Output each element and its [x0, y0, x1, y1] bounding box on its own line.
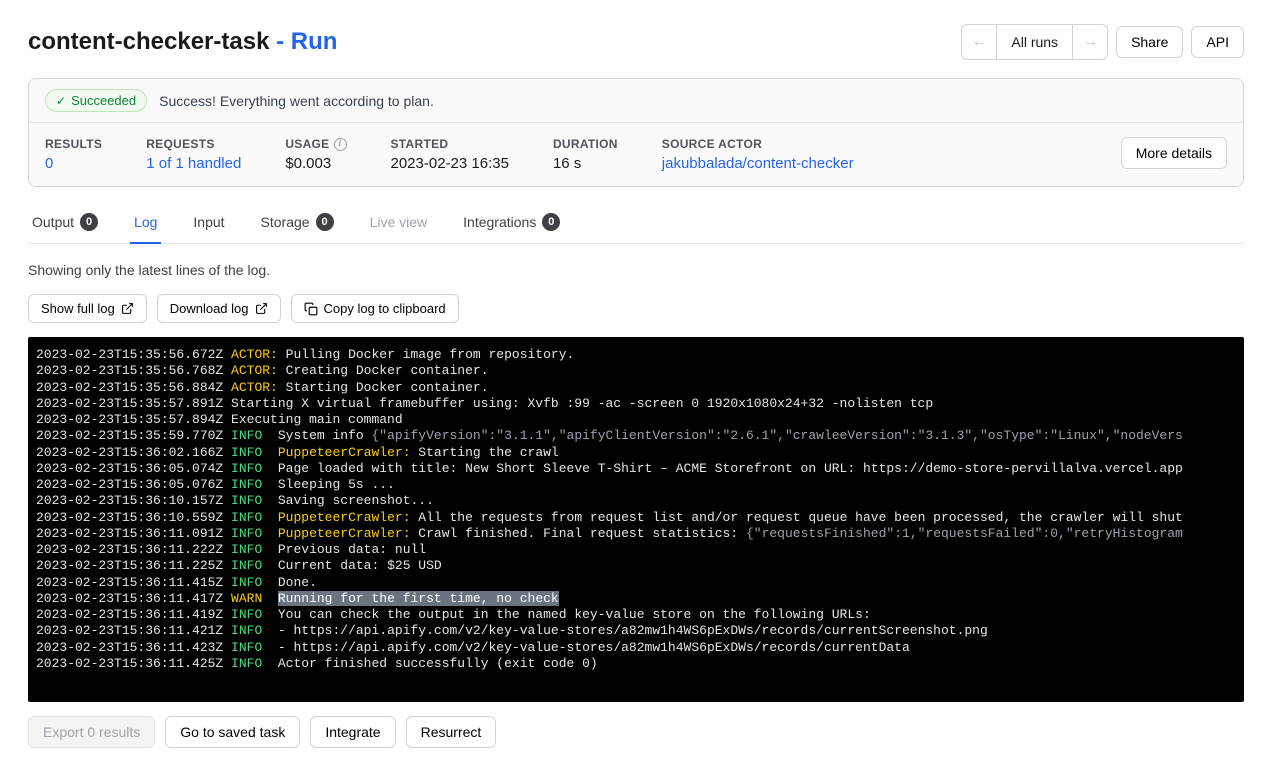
- button-label: Download log: [170, 301, 249, 316]
- prev-run-button[interactable]: ←: [962, 25, 996, 59]
- status-badge: ✓ Succeeded: [45, 89, 147, 112]
- export-results-button: Export 0 results: [28, 716, 155, 748]
- tab-label: Log: [134, 214, 157, 230]
- show-full-log-button[interactable]: Show full log: [28, 294, 147, 323]
- footer-actions: Export 0 results Go to saved task Integr…: [28, 716, 1244, 748]
- stat-value: 16 s: [553, 155, 618, 172]
- stat-label: RESULTS: [45, 137, 102, 151]
- tab-input[interactable]: Input: [189, 203, 228, 243]
- stat-source-actor: SOURCE ACTOR jakubbalada/content-checker: [662, 137, 854, 172]
- api-button[interactable]: API: [1191, 26, 1244, 58]
- arrow-right-icon: →: [1082, 33, 1098, 51]
- copy-icon: [304, 302, 318, 316]
- stat-duration: DURATION 16 s: [553, 137, 618, 172]
- resurrect-button[interactable]: Resurrect: [406, 716, 497, 748]
- log-note: Showing only the latest lines of the log…: [28, 262, 1244, 278]
- tab-label: Live view: [370, 214, 428, 230]
- tab-log[interactable]: Log: [130, 203, 161, 244]
- all-runs-button[interactable]: All runs: [996, 25, 1073, 59]
- tab-label: Output: [32, 214, 74, 230]
- integrate-button[interactable]: Integrate: [310, 716, 395, 748]
- arrow-left-icon: ←: [971, 33, 987, 51]
- status-badge-label: Succeeded: [71, 93, 136, 108]
- tab-badge: 0: [542, 213, 560, 231]
- run-nav-group: ← All runs →: [961, 24, 1108, 60]
- title-suffix: - Run: [269, 28, 337, 55]
- go-to-saved-task-button[interactable]: Go to saved task: [165, 716, 300, 748]
- stat-label: STARTED: [391, 137, 509, 151]
- stats-row: RESULTS 0 REQUESTS 1 of 1 handled USAGE …: [29, 123, 1243, 186]
- check-icon: ✓: [56, 94, 66, 108]
- share-button[interactable]: Share: [1116, 26, 1183, 58]
- stat-value[interactable]: 1 of 1 handled: [146, 155, 241, 172]
- tab-label: Integrations: [463, 214, 536, 230]
- external-link-icon: [255, 302, 268, 315]
- log-output[interactable]: 2023-02-23T15:35:56.672Z ACTOR: Pulling …: [28, 337, 1244, 702]
- page-title: content-checker-task - Run: [28, 28, 337, 56]
- tab-live-view[interactable]: Live view: [366, 203, 432, 243]
- stat-value: 2023-02-23 16:35: [391, 155, 509, 172]
- download-log-button[interactable]: Download log: [157, 294, 281, 323]
- stat-label: REQUESTS: [146, 137, 241, 151]
- tab-storage[interactable]: Storage 0: [257, 203, 338, 243]
- external-link-icon: [121, 302, 134, 315]
- stat-requests: REQUESTS 1 of 1 handled: [146, 137, 241, 172]
- more-details-button[interactable]: More details: [1121, 137, 1227, 169]
- run-summary-panel: ✓ Succeeded Success! Everything went acc…: [28, 78, 1244, 187]
- tab-badge: 0: [80, 213, 98, 231]
- stat-label: DURATION: [553, 137, 618, 151]
- status-message: Success! Everything went according to pl…: [159, 93, 434, 109]
- stat-value[interactable]: 0: [45, 155, 102, 172]
- stat-label: USAGE: [285, 137, 346, 151]
- stat-value: $0.003: [285, 155, 346, 172]
- log-actions: Show full log Download log Copy log to c…: [28, 294, 1244, 323]
- title-prefix: content-checker-task: [28, 28, 269, 55]
- source-actor-link[interactable]: jakubbalada/content-checker: [662, 155, 854, 172]
- tab-label: Input: [193, 214, 224, 230]
- header-actions: ← All runs → Share API: [961, 24, 1244, 60]
- more-details-wrap: More details: [1121, 137, 1227, 169]
- stat-usage: USAGE $0.003: [285, 137, 346, 172]
- stat-results: RESULTS 0: [45, 137, 102, 172]
- button-label: Show full log: [41, 301, 115, 316]
- tab-integrations[interactable]: Integrations 0: [459, 203, 564, 243]
- copy-log-button[interactable]: Copy log to clipboard: [291, 294, 459, 323]
- button-label: Copy log to clipboard: [324, 301, 446, 316]
- stat-started: STARTED 2023-02-23 16:35: [391, 137, 509, 172]
- tab-output[interactable]: Output 0: [28, 203, 102, 243]
- tab-badge: 0: [316, 213, 334, 231]
- next-run-button[interactable]: →: [1073, 25, 1107, 59]
- info-icon[interactable]: [334, 138, 347, 151]
- stat-label: SOURCE ACTOR: [662, 137, 854, 151]
- tab-label: Storage: [261, 214, 310, 230]
- status-row: ✓ Succeeded Success! Everything went acc…: [29, 79, 1243, 123]
- tabs: Output 0 Log Input Storage 0 Live view I…: [28, 203, 1244, 244]
